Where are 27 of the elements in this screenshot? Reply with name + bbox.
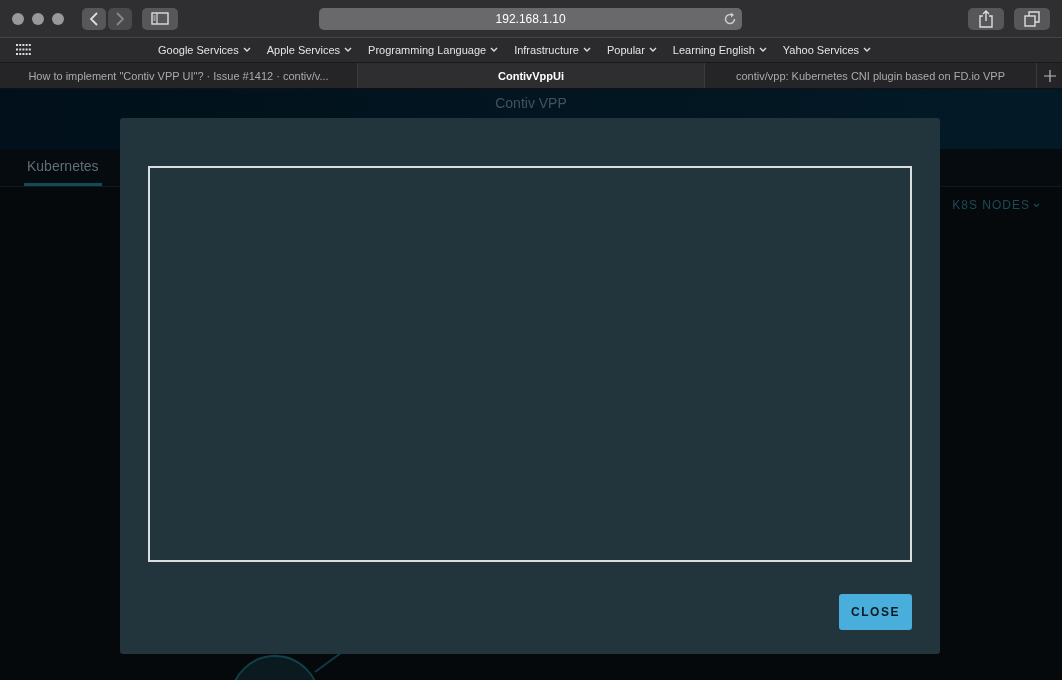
minimize-window-icon[interactable] xyxy=(32,12,44,25)
back-button[interactable] xyxy=(82,7,106,30)
tabs-overview-button[interactable] xyxy=(1014,7,1050,30)
bookmark-menu[interactable]: Programming Language xyxy=(368,44,499,56)
plus-icon[interactable] xyxy=(1043,69,1056,82)
sidebar-icon[interactable] xyxy=(150,12,169,25)
close-button[interactable]: CLOSE xyxy=(839,594,912,630)
grid-icon[interactable] xyxy=(16,44,32,56)
bookmark-menu[interactable]: Popular xyxy=(606,44,657,56)
share-button[interactable] xyxy=(968,7,1005,30)
close-window-icon[interactable] xyxy=(12,12,24,25)
share-icon[interactable] xyxy=(979,9,994,28)
sidebar-button[interactable] xyxy=(142,7,178,30)
browser-tab[interactable]: ContivVppUi xyxy=(358,63,705,88)
nav-tab[interactable]: Kubernetes xyxy=(24,149,102,186)
zoom-window-icon[interactable] xyxy=(52,12,64,25)
bookmark-menu[interactable]: Google Services xyxy=(158,44,251,56)
bookmark-menu[interactable]: Apple Services xyxy=(266,44,353,56)
bookmark-menu[interactable]: Learning English xyxy=(672,44,767,56)
app-title: Contiv VPP xyxy=(495,95,567,113)
bookmark-menu[interactable]: Yahoo Services xyxy=(782,44,872,56)
browser-tab[interactable]: contiv/vpp: Kubernetes CNI plugin based on FD.io VPP xyxy=(705,63,1037,88)
reload-icon[interactable] xyxy=(723,11,738,26)
forward-button[interactable] xyxy=(108,7,132,30)
address-field[interactable]: 192.168.1.10 xyxy=(318,7,743,30)
bookmark-menu[interactable]: Infrastructure xyxy=(514,44,591,56)
tabs-icon[interactable] xyxy=(1024,10,1041,27)
